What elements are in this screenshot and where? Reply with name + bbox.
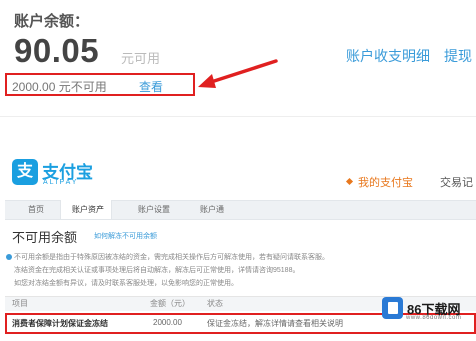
- tab-account-link[interactable]: 账户通: [200, 204, 224, 215]
- column-header-amount: 金额（元）: [150, 299, 190, 308]
- nav-trade-record[interactable]: 交易记: [440, 174, 473, 190]
- how-to-unfreeze-link[interactable]: 如何解冻不可用余额: [94, 231, 157, 241]
- diamond-icon: [345, 177, 354, 186]
- watermark-site: www.86down.com: [406, 315, 462, 321]
- row-status: 保证金冻结，解冻详情请查看相关说明: [207, 319, 343, 328]
- balance-unit: 元可用: [121, 51, 161, 66]
- row-item: 消费者保障计划保证金冻结: [12, 319, 108, 328]
- annotation-arrow-icon: [198, 59, 278, 88]
- withdraw-link[interactable]: 提现: [444, 46, 472, 66]
- tab-home[interactable]: 首页: [28, 204, 44, 215]
- section-divider: [0, 116, 476, 117]
- nav-my-alipay[interactable]: 我的支付宝: [358, 174, 413, 190]
- column-header-item: 项目: [12, 299, 28, 308]
- balance-label: 账户余额：: [14, 13, 90, 30]
- notice-line: 不可用余额是指由于特殊原因被冻结的资金，需完成相关操作后方可解冻使用，若有疑问请…: [14, 254, 329, 261]
- tab-account-assets[interactable]: 账户资产: [72, 204, 104, 215]
- row-amount: 2000.00: [153, 318, 182, 327]
- watermark-logo-inner: [388, 302, 398, 314]
- unavailable-balance-text: 2000.00 元不可用: [12, 80, 107, 94]
- column-header-status: 状态: [207, 299, 223, 308]
- account-detail-link[interactable]: 账户收支明细: [346, 46, 430, 66]
- notice-line: 冻结资金在完成相关认证或事项处理后将自动解冻，解冻后可正常使用，详情请咨询951…: [14, 267, 300, 274]
- tab-account-settings[interactable]: 账户设置: [138, 204, 170, 215]
- page-title: 不可用余额: [12, 230, 78, 245]
- info-icon: [6, 254, 12, 260]
- alipay-logo-en: ALIPAY: [43, 179, 79, 186]
- notice-line: 如您对冻结金额有异议，请及时联系客服处理，以免影响您的正常使用。: [14, 280, 238, 287]
- balance-amount: 90.05: [14, 32, 100, 69]
- view-unavailable-link[interactable]: 查看: [139, 78, 163, 95]
- alipay-logo-icon: 支: [12, 159, 38, 185]
